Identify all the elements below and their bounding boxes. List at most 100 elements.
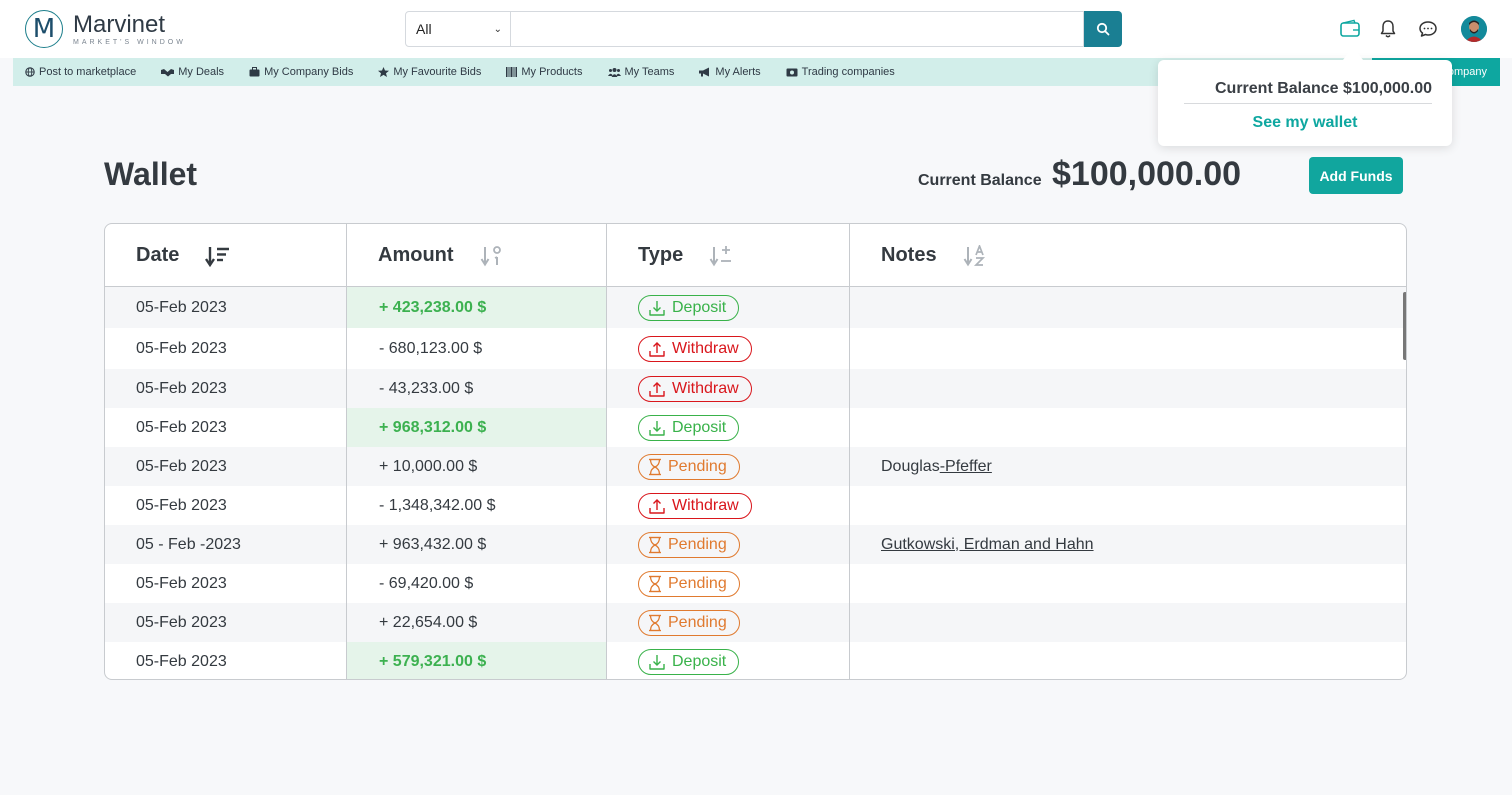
nav-my-teams[interactable]: My Teams: [607, 66, 674, 78]
cell-date: 05-Feb 2023: [136, 457, 227, 475]
column-divider: [606, 224, 607, 679]
cell-type: Deposit: [638, 408, 740, 447]
nav-my-favourite-bids[interactable]: My Favourite Bids: [378, 66, 481, 78]
notes-link[interactable]: Gutkowski, Erdman and Hahn: [881, 536, 1094, 554]
cell-amount: - 680,123.00 $: [379, 339, 483, 357]
nav-post-to-marketplace[interactable]: Post to marketplace: [25, 66, 136, 78]
sort-alpha-icon[interactable]: [963, 244, 987, 267]
popup-balance: Current Balance $100,000.00: [1184, 74, 1432, 104]
search-bar: All ⌄: [405, 11, 1122, 47]
type-badge-pending: Pending: [638, 453, 740, 480]
nav-my-alerts[interactable]: My Alerts: [699, 66, 761, 78]
cell-date: 05-Feb 2023: [136, 613, 227, 631]
table-row[interactable]: 05-Feb 2023 + 579,321.00 $ Deposit: [105, 642, 1406, 679]
table-scrollbar[interactable]: [1403, 292, 1406, 360]
users-icon: [607, 68, 621, 77]
hourglass-icon: [649, 614, 661, 631]
cell-amount: + 968,312.00 $: [347, 408, 607, 447]
nav-trading-companies[interactable]: Trading companies: [786, 66, 895, 78]
table-row[interactable]: 05 - Feb -2023 + 963,432.00 $ Pending Gutko…: [105, 525, 1406, 564]
search-button[interactable]: [1084, 11, 1122, 47]
globe-icon: [25, 67, 35, 77]
cell-date: 05-Feb 2023: [136, 379, 227, 397]
search-category-select[interactable]: All ⌄: [405, 11, 511, 47]
cell-date: 05-Feb 2023: [136, 339, 227, 357]
hourglass-icon: [649, 458, 661, 475]
notifications-button[interactable]: [1377, 18, 1399, 40]
type-badge-withdraw: Withdraw: [638, 375, 752, 402]
balance-popup: Current Balance $100,000.00 See my walle…: [1158, 60, 1452, 146]
download-icon: [649, 300, 665, 316]
avatar[interactable]: [1461, 16, 1487, 42]
wallet-button[interactable]: [1339, 18, 1361, 40]
cell-date: 05-Feb 2023: [136, 652, 227, 670]
cell-type: Deposit: [638, 642, 740, 679]
header-amount[interactable]: Amount: [347, 224, 504, 287]
star-icon: [378, 67, 390, 77]
sort-plus-minus-icon[interactable]: [709, 245, 733, 267]
cell-amount: + 22,654.00 $: [379, 613, 478, 631]
logo[interactable]: M Marvinet MARKET'S WINDOW: [25, 10, 186, 48]
nav-my-products[interactable]: My Products: [506, 66, 583, 78]
cell-type: Withdraw: [638, 486, 752, 525]
table-row[interactable]: 05-Feb 2023 + 22,654.00 $ Pending: [105, 603, 1406, 642]
type-badge-withdraw: Withdraw: [638, 335, 752, 362]
table-row[interactable]: 05-Feb 2023 - 1,348,342.00 $ Withdraw: [105, 486, 1406, 525]
sort-desc-icon[interactable]: [205, 245, 231, 267]
type-badge-pending: Pending: [638, 570, 740, 597]
cell-date: 05-Feb 2023: [136, 496, 227, 514]
nav-my-company-bids[interactable]: My Company Bids: [249, 66, 353, 78]
search-category-value: All: [416, 21, 432, 37]
cell-amount: - 43,233.00 $: [379, 379, 474, 397]
table-row[interactable]: 05-Feb 2023 - 69,420.00 $ Pending: [105, 564, 1406, 603]
search-input[interactable]: [511, 11, 1084, 47]
table-row[interactable]: 05-Feb 2023 + 10,000.00 $ Pending Douglas -P…: [105, 447, 1406, 486]
upload-icon: [649, 498, 665, 514]
notes-link[interactable]: -Pfeffer: [940, 458, 992, 476]
wallet-icon: [1340, 19, 1360, 37]
logo-mark: M: [25, 10, 63, 48]
top-header: M Marvinet MARKET'S WINDOW All ⌄: [0, 0, 1512, 58]
type-badge-deposit: Deposit: [638, 648, 740, 675]
header-date[interactable]: Date: [105, 224, 231, 287]
barcode-icon: [506, 67, 518, 77]
nav-my-deals[interactable]: My Deals: [161, 66, 224, 78]
chevron-down-icon: ⌄: [493, 23, 502, 35]
cell-type: Pending: [638, 525, 740, 564]
type-badge-pending: Pending: [638, 609, 740, 636]
cell-amount: + 579,321.00 $: [347, 642, 607, 679]
megaphone-icon: [699, 67, 710, 77]
header-type[interactable]: Type: [607, 224, 733, 287]
see-wallet-link[interactable]: See my wallet: [1158, 114, 1452, 132]
table-body: 05-Feb 2023 + 423,238.00 $ Deposit 05-Feb 2…: [105, 287, 1406, 679]
type-badge-deposit: Deposit: [638, 294, 740, 321]
cell-amount: - 69,420.00 $: [379, 574, 474, 592]
table-row[interactable]: 05-Feb 2023 - 680,123.00 $ Withdraw: [105, 328, 1406, 369]
money-icon: [786, 68, 798, 76]
cell-type: Deposit: [638, 287, 740, 328]
column-divider: [346, 224, 347, 679]
type-badge-deposit: Deposit: [638, 414, 740, 441]
table-row[interactable]: 05-Feb 2023 - 43,233.00 $ Withdraw: [105, 369, 1406, 408]
sort-numeric-icon[interactable]: [480, 245, 504, 267]
cell-date: 05-Feb 2023: [136, 418, 227, 436]
hourglass-icon: [649, 575, 661, 592]
cell-type: Withdraw: [638, 369, 752, 408]
cell-date: 05 - Feb -2023: [136, 535, 241, 553]
cell-type: Pending: [638, 564, 740, 603]
type-badge-pending: Pending: [638, 531, 740, 558]
cell-amount: - 1,348,342.00 $: [379, 496, 496, 514]
column-divider: [849, 224, 850, 679]
cell-amount: + 10,000.00 $: [379, 457, 478, 475]
cell-date: 05-Feb 2023: [136, 298, 227, 316]
upload-icon: [649, 341, 665, 357]
messages-button[interactable]: [1417, 18, 1439, 40]
table-row[interactable]: 05-Feb 2023 + 968,312.00 $ Deposit: [105, 408, 1406, 447]
cell-amount: + 963,432.00 $: [379, 535, 487, 553]
header-notes[interactable]: Notes: [850, 224, 987, 287]
chat-icon: [1419, 21, 1437, 37]
cell-notes: Gutkowski, Erdman and Hahn: [881, 525, 1094, 564]
add-funds-button[interactable]: Add Funds: [1309, 157, 1403, 194]
cell-type: Pending: [638, 603, 740, 642]
table-row[interactable]: 05-Feb 2023 + 423,238.00 $ Deposit: [105, 287, 1406, 328]
